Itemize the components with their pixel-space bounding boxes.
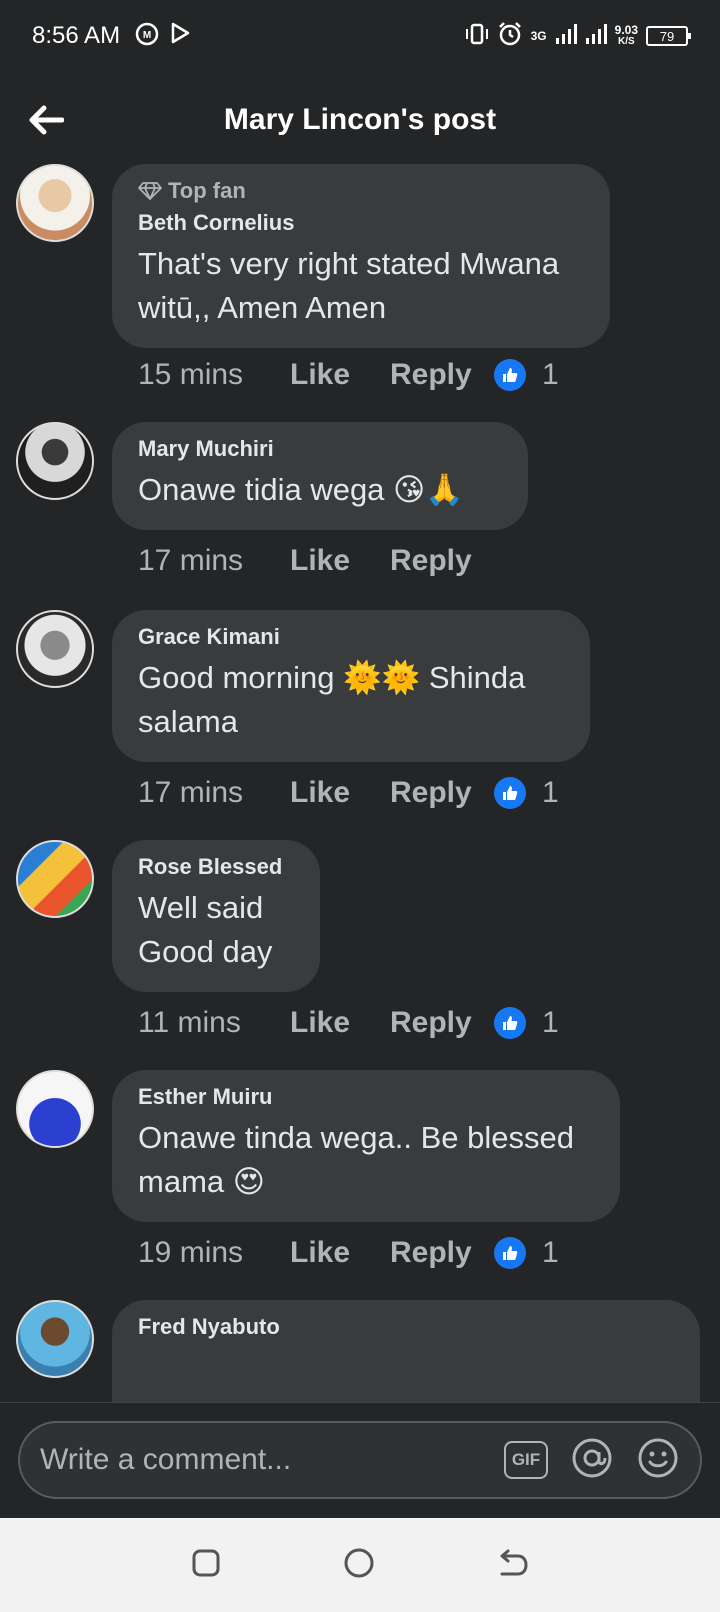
reply-button[interactable]: Reply [390, 358, 494, 392]
comment-composer: Write a comment... GIF [0, 1402, 720, 1518]
reaction-number: 1 [542, 776, 559, 809]
avatar[interactable] [16, 610, 94, 688]
reaction-number: 1 [542, 358, 559, 391]
avatar[interactable] [16, 164, 94, 242]
reaction-count[interactable]: 1 [494, 1006, 559, 1040]
like-button[interactable]: Like [290, 776, 390, 810]
battery-level: 79 [659, 28, 675, 44]
reply-button[interactable]: Reply [390, 1006, 494, 1040]
page-title: Mary Lincon's post [223, 103, 497, 136]
reaction-count[interactable]: 1 [494, 358, 559, 392]
status-time: 8:56 AM [32, 22, 121, 49]
comment-placeholder: Write a comment... [40, 1443, 292, 1476]
avatar[interactable] [16, 1070, 94, 1148]
reaction-count[interactable]: 1 [494, 1236, 559, 1270]
comment-text: Good morning 🌞🌞 Shinda salama [138, 660, 526, 739]
avatar[interactable] [16, 422, 94, 500]
comment-actions: 19 mins Like Reply 1 [138, 1236, 559, 1270]
reply-button[interactable]: Reply [390, 1236, 494, 1270]
post-header: Mary Lincon's post [0, 88, 720, 152]
battery-indicator: 79 [646, 26, 691, 46]
top-fan-badge: Top fan [138, 178, 582, 204]
avatar[interactable] [16, 840, 94, 918]
comment-bubble[interactable]: Top fan Beth Cornelius That's very right… [112, 164, 610, 348]
comment-bubble[interactable]: Rose Blessed Well said Good day [112, 840, 320, 992]
reaction-number: 1 [542, 1006, 559, 1039]
data-speed: 9.03 [614, 23, 638, 37]
comment-bubble[interactable]: Esther Muiru Onawe tinda wega.. Be bless… [112, 1070, 620, 1222]
back-nav-icon[interactable] [496, 1547, 530, 1584]
comment-author[interactable]: Mary Muchiri [138, 436, 500, 462]
avatar[interactable] [16, 1300, 94, 1378]
diamond-icon [138, 182, 162, 200]
comment-time[interactable]: 17 mins [138, 544, 290, 578]
mention-icon[interactable] [570, 1436, 614, 1485]
back-arrow-icon [29, 105, 64, 135]
comment-time[interactable]: 11 mins [138, 1006, 290, 1040]
comment-time[interactable]: 19 mins [138, 1236, 290, 1270]
signal-icon-2 [585, 23, 607, 50]
badge-label: Top fan [168, 178, 246, 203]
thumbs-up-icon [494, 1237, 526, 1269]
like-button[interactable]: Like [290, 1006, 390, 1040]
like-button[interactable]: Like [290, 1236, 390, 1270]
comment-actions: 17 mins Like Reply [138, 544, 494, 578]
messenger-status-icon: M [134, 21, 160, 52]
comment-author[interactable]: Fred Nyabuto [138, 1314, 672, 1340]
back-button[interactable] [26, 102, 66, 138]
vibrate-icon [465, 21, 489, 52]
data-speed-unit: K/S [617, 36, 635, 47]
comment-bubble[interactable]: Fred Nyabuto [112, 1300, 700, 1402]
home-icon[interactable] [342, 1546, 376, 1585]
comment-actions: 17 mins Like Reply 1 [138, 776, 559, 810]
comment-actions: 15 mins Like Reply 1 [138, 358, 559, 392]
recent-apps-icon[interactable] [190, 1547, 222, 1584]
like-button[interactable]: Like [290, 358, 390, 392]
comment-text: That's very right stated Mwana witū,, Am… [138, 246, 560, 325]
comment-actions: 11 mins Like Reply 1 [138, 1006, 559, 1040]
comment-bubble[interactable]: Mary Muchiri Onawe tidia wega 😘🙏 [112, 422, 528, 530]
comments-list[interactable]: Top fan Beth Cornelius That's very right… [0, 164, 720, 1402]
comment-time[interactable]: 17 mins [138, 776, 290, 810]
alarm-icon [497, 21, 523, 52]
reply-button[interactable]: Reply [390, 776, 494, 810]
comment-author[interactable]: Esther Muiru [138, 1084, 592, 1110]
comment-author[interactable]: Grace Kimani [138, 624, 562, 650]
reply-button[interactable]: Reply [390, 544, 494, 578]
comment-bubble[interactable]: Grace Kimani Good morning 🌞🌞 Shinda sala… [112, 610, 590, 762]
comment-text: Well said Good day [138, 890, 273, 969]
thumbs-up-icon [494, 1007, 526, 1039]
status-bar: 8:56 AM M 3G 9.03 K/S 79 [0, 0, 720, 72]
comment-text: Onawe tidia wega 😘🙏 [138, 472, 464, 507]
comment-time[interactable]: 15 mins [138, 358, 290, 392]
like-button[interactable]: Like [290, 544, 390, 578]
network-type: 3G [530, 29, 547, 43]
thumbs-up-icon [494, 777, 526, 809]
signal-icon [555, 23, 577, 50]
play-store-status-icon [168, 21, 192, 52]
reaction-number: 1 [542, 1236, 559, 1269]
emoji-icon[interactable] [636, 1436, 680, 1485]
comment-author[interactable]: Rose Blessed [138, 854, 292, 880]
comment-text: Onawe tinda wega.. Be blessed mama 😍 [138, 1120, 574, 1199]
thumbs-up-icon [494, 359, 526, 391]
reaction-count[interactable]: 1 [494, 776, 559, 810]
gif-button[interactable]: GIF [504, 1441, 548, 1479]
comment-input[interactable]: Write a comment... GIF [18, 1421, 702, 1499]
svg-text:M: M [143, 30, 151, 41]
comment-author[interactable]: Beth Cornelius [138, 210, 582, 236]
system-nav-bar [0, 1518, 720, 1612]
